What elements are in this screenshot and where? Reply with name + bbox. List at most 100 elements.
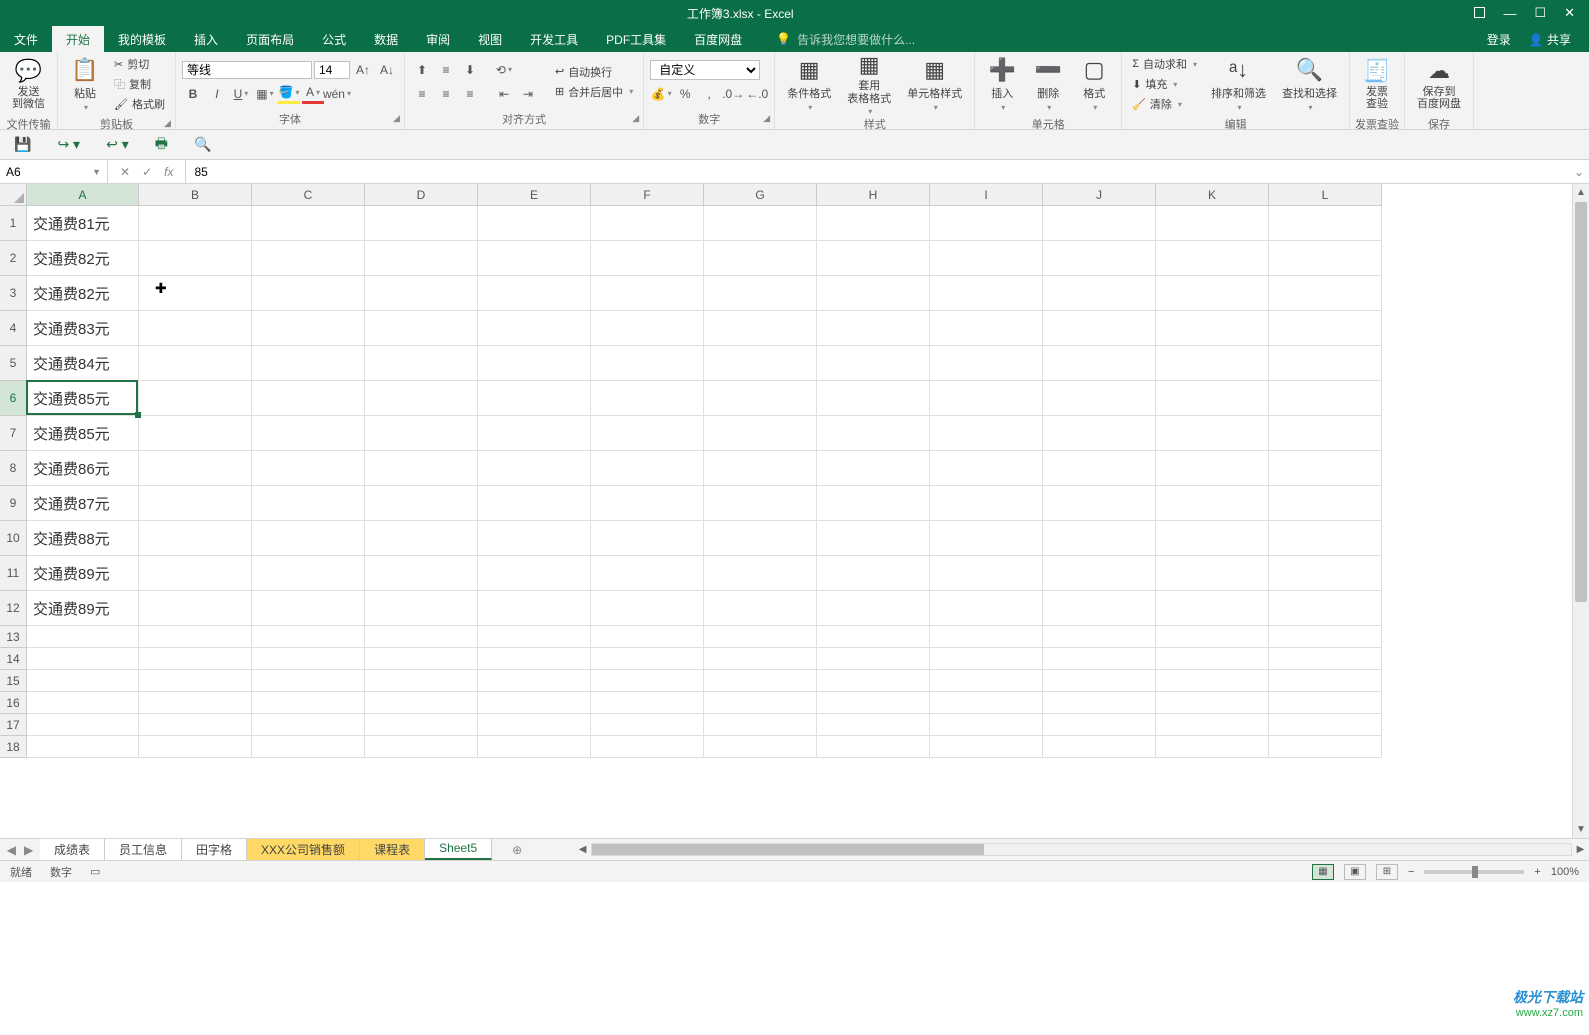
orientation-button[interactable]: ⟲	[493, 60, 515, 80]
cell-I3[interactable]	[930, 276, 1043, 311]
cell-G15[interactable]	[704, 670, 817, 692]
cell-G8[interactable]	[704, 451, 817, 486]
border-button[interactable]: ▦	[254, 84, 276, 104]
conditional-format-button[interactable]: ▦条件格式	[781, 54, 837, 114]
row-head-16[interactable]: 16	[0, 692, 27, 714]
menu-view[interactable]: 视图	[464, 26, 516, 52]
col-head-I[interactable]: I	[930, 184, 1043, 206]
cell-F18[interactable]	[591, 736, 704, 758]
cell-E2[interactable]	[478, 241, 591, 276]
cell-C13[interactable]	[252, 626, 365, 648]
minimize-icon[interactable]: —	[1503, 6, 1516, 21]
cell-L10[interactable]	[1269, 521, 1382, 556]
phonetic-button[interactable]: wén	[326, 84, 348, 104]
cell-K6[interactable]	[1156, 381, 1269, 416]
cell-H14[interactable]	[817, 648, 930, 670]
cell-I4[interactable]	[930, 311, 1043, 346]
scroll-thumb[interactable]	[1575, 202, 1587, 602]
cell-L8[interactable]	[1269, 451, 1382, 486]
col-head-J[interactable]: J	[1043, 184, 1156, 206]
cell-A12[interactable]: 交通费89元	[27, 591, 139, 626]
cell-D12[interactable]	[365, 591, 478, 626]
cell-C18[interactable]	[252, 736, 365, 758]
sheet-nav-next-icon[interactable]: ▶	[24, 843, 33, 857]
cell-D11[interactable]	[365, 556, 478, 591]
zoom-in-button[interactable]: +	[1534, 866, 1540, 878]
cell-K16[interactable]	[1156, 692, 1269, 714]
cell-I5[interactable]	[930, 346, 1043, 381]
cell-B6[interactable]	[139, 381, 252, 416]
font-size-select[interactable]	[314, 61, 350, 79]
menu-data[interactable]: 数据	[360, 26, 412, 52]
align-center-button[interactable]: ≡	[435, 84, 457, 104]
status-record-icon[interactable]: ▭	[90, 865, 100, 878]
qat-save-button[interactable]: 💾	[14, 136, 31, 153]
fill-button[interactable]: ⬇填充	[1128, 75, 1201, 93]
qat-print-button[interactable]: 🖶	[155, 133, 168, 157]
cell-G5[interactable]	[704, 346, 817, 381]
sheet-tab-3[interactable]: XXX公司销售额	[247, 839, 360, 860]
menu-layout[interactable]: 页面布局	[232, 26, 308, 52]
cell-C5[interactable]	[252, 346, 365, 381]
cell-C16[interactable]	[252, 692, 365, 714]
cell-B18[interactable]	[139, 736, 252, 758]
bold-button[interactable]: B	[182, 84, 204, 104]
cell-I13[interactable]	[930, 626, 1043, 648]
cell-K1[interactable]	[1156, 206, 1269, 241]
row-head-1[interactable]: 1	[0, 206, 27, 241]
cell-I14[interactable]	[930, 648, 1043, 670]
cell-G14[interactable]	[704, 648, 817, 670]
sort-filter-button[interactable]: ᵃ↓排序和筛选	[1205, 54, 1272, 114]
cell-D5[interactable]	[365, 346, 478, 381]
insert-cells-button[interactable]: ➕插入	[981, 54, 1023, 114]
view-normal-button[interactable]: ▦	[1312, 864, 1334, 880]
cell-C17[interactable]	[252, 714, 365, 736]
cell-J17[interactable]	[1043, 714, 1156, 736]
cell-A5[interactable]: 交通费84元	[27, 346, 139, 381]
cell-B12[interactable]	[139, 591, 252, 626]
cell-H3[interactable]	[817, 276, 930, 311]
cell-I12[interactable]	[930, 591, 1043, 626]
sheet-tab-5[interactable]: Sheet5	[425, 839, 492, 860]
cell-D9[interactable]	[365, 486, 478, 521]
cell-C4[interactable]	[252, 311, 365, 346]
align-top-button[interactable]: ⬆	[411, 60, 433, 80]
cell-L9[interactable]	[1269, 486, 1382, 521]
cell-G11[interactable]	[704, 556, 817, 591]
cell-F11[interactable]	[591, 556, 704, 591]
cell-D7[interactable]	[365, 416, 478, 451]
scroll-down-icon[interactable]: ▼	[1573, 821, 1589, 838]
ribbon-display-icon[interactable]	[1474, 6, 1485, 21]
cell-K2[interactable]	[1156, 241, 1269, 276]
formula-expand-icon[interactable]: ⌄	[1569, 165, 1589, 179]
cell-F14[interactable]	[591, 648, 704, 670]
cell-B11[interactable]	[139, 556, 252, 591]
row-head-14[interactable]: 14	[0, 648, 27, 670]
cell-F10[interactable]	[591, 521, 704, 556]
cell-G6[interactable]	[704, 381, 817, 416]
cell-H10[interactable]	[817, 521, 930, 556]
cell-H18[interactable]	[817, 736, 930, 758]
enter-formula-icon[interactable]: ✓	[142, 165, 152, 179]
cell-J16[interactable]	[1043, 692, 1156, 714]
cell-I6[interactable]	[930, 381, 1043, 416]
fx-icon[interactable]: fx	[164, 165, 173, 179]
decrease-decimal-button[interactable]: ←.0	[746, 84, 768, 104]
cell-style-button[interactable]: ▦单元格样式	[901, 54, 968, 114]
delete-cells-button[interactable]: ➖删除	[1027, 54, 1069, 114]
paste-button[interactable]: 📋粘贴	[64, 54, 106, 114]
cell-L7[interactable]	[1269, 416, 1382, 451]
hscroll-right-icon[interactable]: ▶	[1572, 844, 1589, 855]
cell-G10[interactable]	[704, 521, 817, 556]
cell-D17[interactable]	[365, 714, 478, 736]
sheet-tab-4[interactable]: 课程表	[360, 839, 425, 860]
cell-E7[interactable]	[478, 416, 591, 451]
comma-button[interactable]: ,	[698, 84, 720, 104]
cell-E4[interactable]	[478, 311, 591, 346]
accounting-format-button[interactable]: 💰	[650, 84, 672, 104]
decrease-indent-button[interactable]: ⇤	[493, 84, 515, 104]
number-dialog-icon[interactable]: ◢	[763, 113, 770, 124]
clipboard-dialog-icon[interactable]: ◢	[164, 118, 171, 129]
cell-B3[interactable]	[139, 276, 252, 311]
cell-J2[interactable]	[1043, 241, 1156, 276]
